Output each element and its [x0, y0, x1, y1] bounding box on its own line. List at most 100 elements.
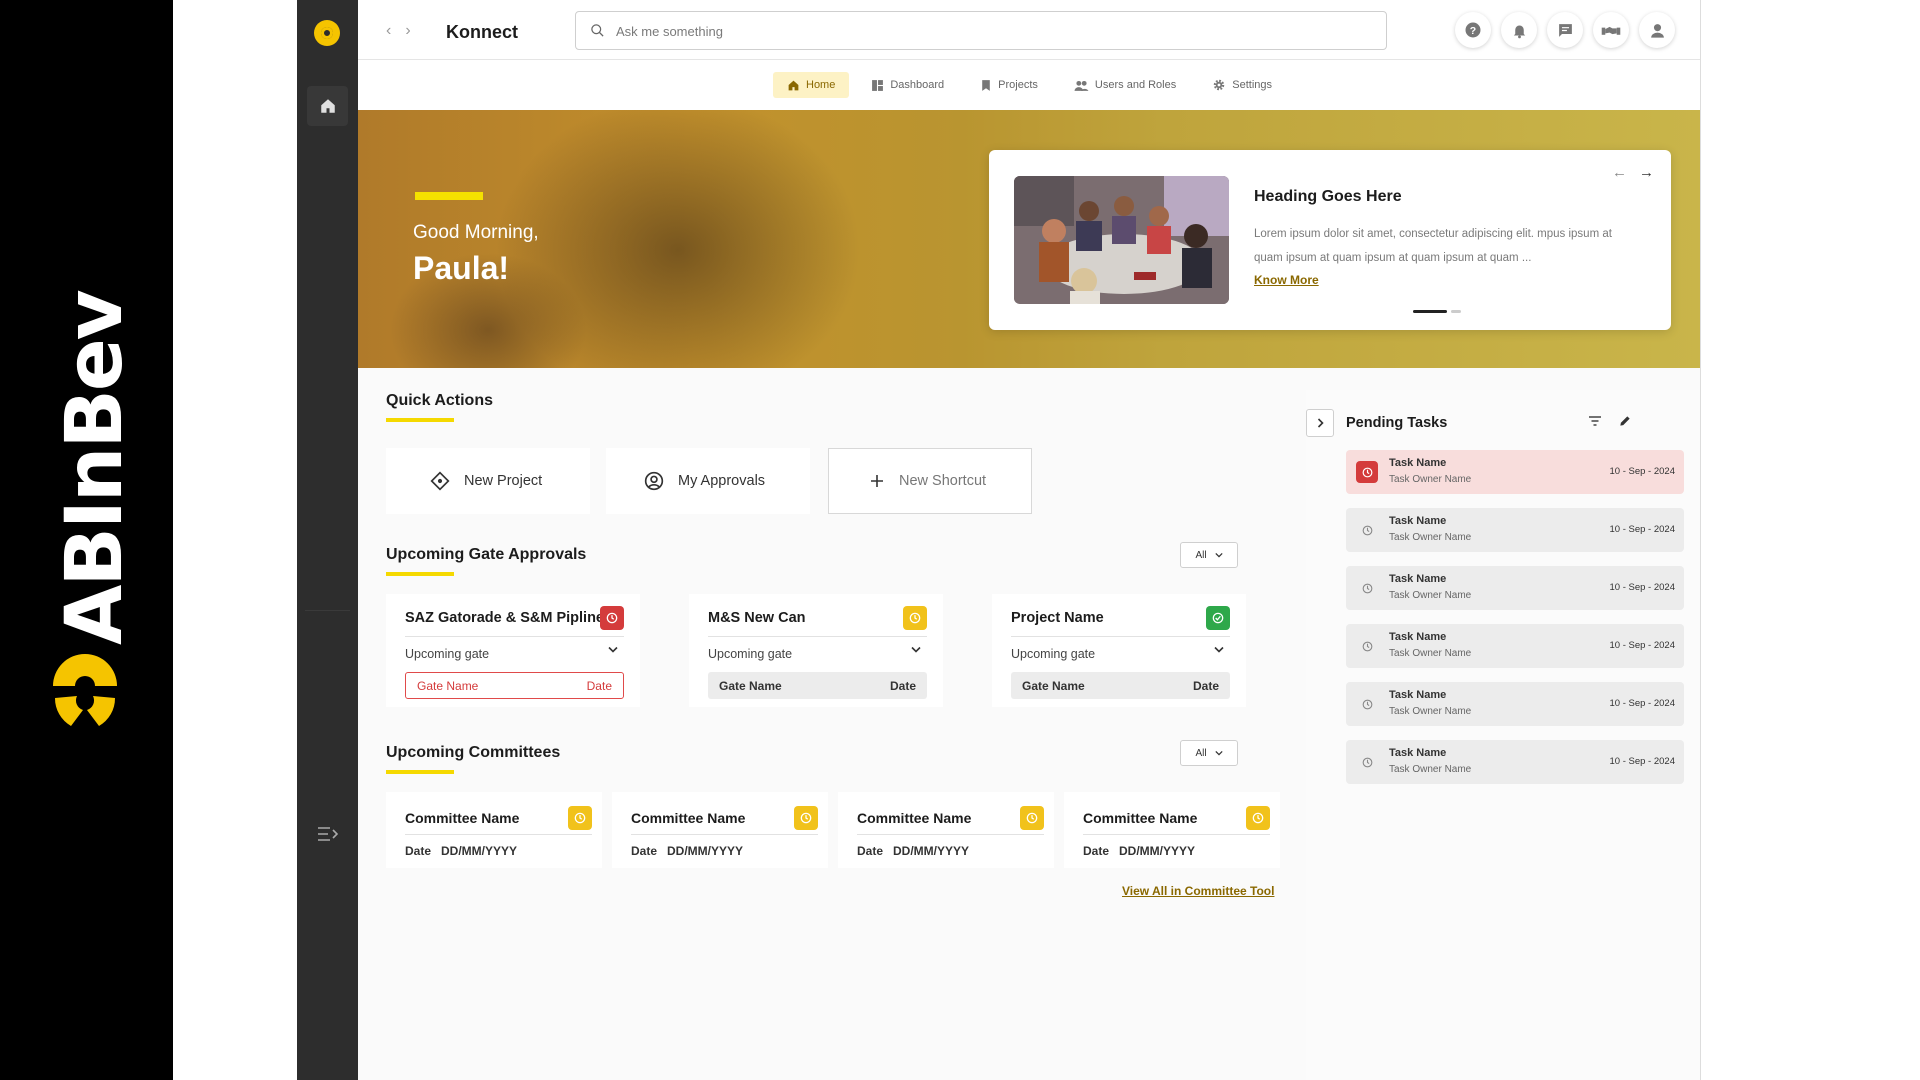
- task-item[interactable]: Task Name Task Owner Name 10 - Sep - 202…: [1346, 566, 1684, 610]
- committee-filter-select[interactable]: All: [1180, 740, 1238, 766]
- date-label: Date: [405, 844, 432, 858]
- app-window: ‹ › Konnect ?: [297, 0, 1701, 1080]
- tab-home[interactable]: Home: [773, 72, 850, 98]
- task-date: 10 - Sep - 2024: [1609, 582, 1676, 593]
- announcement-photo: [1014, 176, 1229, 304]
- search-input[interactable]: [616, 20, 1356, 42]
- task-name: Task Name: [1389, 689, 1447, 701]
- section-underline: [386, 572, 454, 576]
- tab-label: Users and Roles: [1094, 79, 1177, 91]
- committee-card[interactable]: Committee Name Date DD/MM/YYYY: [612, 792, 828, 868]
- my-approvals-button[interactable]: My Approvals: [606, 448, 810, 514]
- check-circle-icon: [1212, 612, 1224, 624]
- gate-card[interactable]: Project Name Upcoming gate Gate Name Dat…: [992, 594, 1246, 707]
- task-item[interactable]: Task Name Task Owner Name 10 - Sep - 202…: [1346, 740, 1684, 784]
- task-item[interactable]: Task Name Task Owner Name 10 - Sep - 202…: [1346, 624, 1684, 668]
- card-divider: [1083, 834, 1270, 835]
- pending-status-badge: [903, 606, 927, 630]
- card-divider: [857, 834, 1044, 835]
- task-name: Task Name: [1389, 457, 1447, 469]
- bookmark-icon: [982, 79, 990, 91]
- gate-card[interactable]: SAZ Gatorade & S&M Pipline Upcoming gate…: [386, 594, 640, 707]
- arrow-left-icon[interactable]: ←: [1612, 164, 1627, 181]
- task-item[interactable]: Task Name Task Owner Name 10 - Sep - 202…: [1346, 508, 1684, 552]
- chevron-down-icon[interactable]: [911, 646, 921, 653]
- greeting-text: Good Morning,: [413, 222, 539, 243]
- task-date: 10 - Sep - 2024: [1609, 756, 1676, 767]
- top-bar: ‹ › Konnect ?: [358, 0, 1700, 60]
- history-alert-icon: [1362, 467, 1372, 477]
- committee-date: Date DD/MM/YYYY: [1083, 844, 1205, 858]
- committee-name: Committee Name: [1083, 810, 1198, 826]
- date-value: DD/MM/YYYY: [1119, 844, 1196, 858]
- know-more-link[interactable]: Know More: [1254, 273, 1319, 287]
- clock-icon: [1026, 812, 1038, 824]
- profile-button[interactable]: [1639, 12, 1675, 48]
- committee-card[interactable]: Committee Name Date DD/MM/YYYY: [838, 792, 1054, 868]
- user-circle-icon: [644, 471, 664, 491]
- task-status: [1356, 751, 1378, 773]
- gate-name-label: Gate Name: [417, 678, 479, 693]
- help-icon: ?: [1465, 22, 1481, 38]
- tab-label: Settings: [1232, 79, 1272, 91]
- task-owner: Task Owner Name: [1389, 706, 1472, 717]
- help-button[interactable]: ?: [1455, 12, 1491, 48]
- task-name: Task Name: [1389, 573, 1447, 585]
- clock-icon: [1362, 583, 1372, 593]
- date-value: DD/MM/YYYY: [893, 844, 970, 858]
- gate-card[interactable]: M&S New Can Upcoming gate Gate Name Date: [689, 594, 943, 707]
- chevron-down-icon[interactable]: [1214, 646, 1224, 653]
- notifications-button[interactable]: [1501, 12, 1537, 48]
- upcoming-gate-label: Upcoming gate: [405, 647, 490, 661]
- date-label: Date: [1083, 844, 1110, 858]
- app-logo-icon[interactable]: [314, 20, 340, 46]
- clock-icon: [909, 612, 921, 624]
- carousel-dot-active[interactable]: [1413, 310, 1447, 313]
- gate-date-label: Date: [586, 678, 612, 693]
- task-item[interactable]: Task Name Task Owner Name 10 - Sep - 202…: [1346, 450, 1684, 494]
- collapse-panel-button[interactable]: [1306, 409, 1334, 437]
- tab-dashboard[interactable]: Dashboard: [857, 72, 958, 98]
- messages-button[interactable]: [1547, 12, 1583, 48]
- page-margin: [1701, 0, 1920, 1080]
- arrow-right-icon[interactable]: →: [1639, 164, 1654, 181]
- new-project-button[interactable]: New Project: [386, 448, 590, 514]
- committee-date: Date DD/MM/YYYY: [857, 844, 979, 858]
- date-label: Date: [631, 844, 658, 858]
- sidebar-item-home[interactable]: [307, 86, 348, 126]
- task-owner: Task Owner Name: [1389, 764, 1472, 775]
- home-icon: [788, 80, 799, 90]
- forward-arrow-icon[interactable]: ›: [405, 22, 410, 40]
- edit-icon[interactable]: [1618, 414, 1632, 428]
- handshake-icon: [1601, 26, 1621, 35]
- gate-detail-row: Gate Name Date: [708, 672, 927, 699]
- tab-projects[interactable]: Projects: [966, 72, 1052, 98]
- section-underline: [386, 770, 454, 774]
- filter-icon[interactable]: [1588, 415, 1602, 427]
- committees-title: Upcoming Committees: [386, 744, 561, 761]
- expand-sidebar-icon[interactable]: [317, 826, 339, 842]
- upcoming-gate-label: Upcoming gate: [708, 647, 793, 661]
- pending-tasks-panel: Pending Tasks Task Name Task Owner Name …: [1306, 390, 1700, 1080]
- tab-users-and-roles[interactable]: Users and Roles: [1060, 72, 1190, 98]
- quick-action-label: My Approvals: [678, 473, 766, 489]
- main-nav: Home Dashboard Projects Users and Roles …: [358, 60, 1700, 110]
- gate-filter-select[interactable]: All: [1180, 542, 1238, 568]
- chevron-down-icon[interactable]: [608, 646, 618, 653]
- new-shortcut-button[interactable]: New Shortcut: [828, 448, 1032, 514]
- chevron-down-icon: [1214, 552, 1223, 558]
- tab-settings[interactable]: Settings: [1198, 72, 1286, 98]
- task-owner: Task Owner Name: [1389, 474, 1472, 485]
- committee-card[interactable]: Committee Name Date DD/MM/YYYY: [386, 792, 602, 868]
- carousel-dot[interactable]: [1451, 310, 1461, 313]
- partners-button[interactable]: [1593, 12, 1629, 48]
- back-arrow-icon[interactable]: ‹: [386, 22, 391, 40]
- committee-name: Committee Name: [405, 810, 520, 826]
- gate-project-name: M&S New Can: [708, 610, 806, 626]
- brand-strip: ABInBev: [0, 0, 173, 1080]
- task-item[interactable]: Task Name Task Owner Name 10 - Sep - 202…: [1346, 682, 1684, 726]
- search-bar[interactable]: [575, 11, 1387, 50]
- committee-card[interactable]: Committee Name Date DD/MM/YYYY: [1064, 792, 1280, 868]
- pending-status-badge: [794, 806, 818, 830]
- view-all-committees-link[interactable]: View All in Committee Tool: [1122, 884, 1274, 898]
